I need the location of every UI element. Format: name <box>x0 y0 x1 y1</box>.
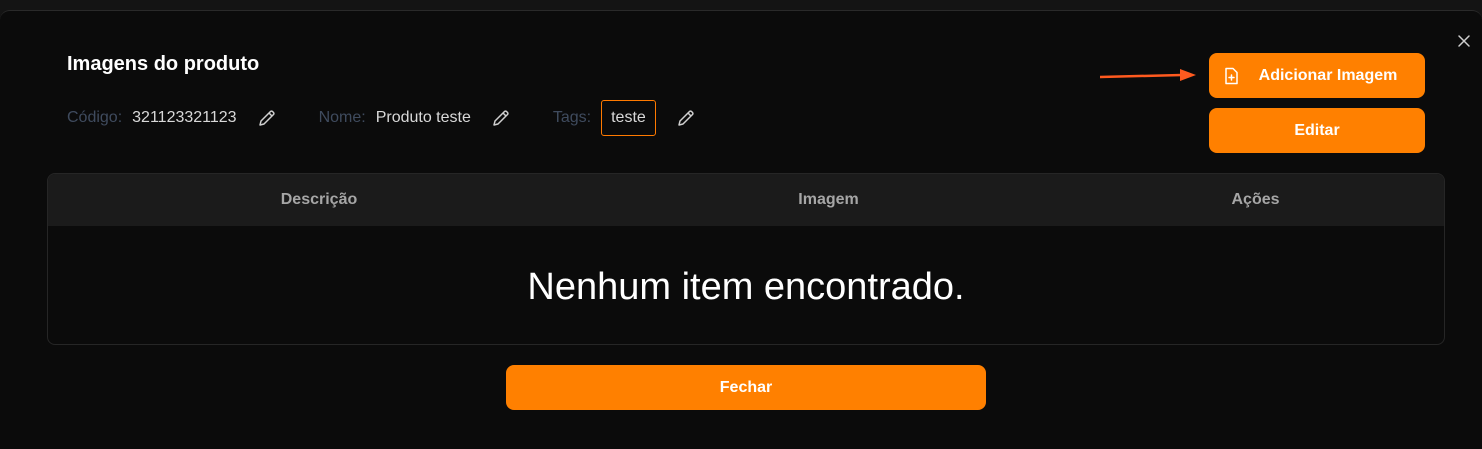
empty-table-message: Nenhum item encontrado. <box>527 266 965 308</box>
column-header-actions: Ações <box>1231 191 1280 208</box>
add-image-button[interactable]: Adicionar Imagem <box>1209 53 1425 98</box>
close-icon[interactable] <box>1456 33 1472 49</box>
code-value: 321123321123 <box>132 109 237 126</box>
edit-name-pencil-icon[interactable] <box>491 108 511 128</box>
name-value: Produto teste <box>375 109 471 126</box>
product-info-row: Código: 321123321123 Nome: Produto teste… <box>67 100 696 136</box>
file-plus-icon <box>1223 67 1239 85</box>
name-label: Nome: <box>318 109 366 126</box>
column-header-description: Descrição <box>280 191 358 208</box>
tag-chip[interactable]: teste <box>601 100 656 136</box>
tags-label: Tags: <box>552 109 592 126</box>
edit-button[interactable]: Editar <box>1209 108 1425 153</box>
arrow-pointer-icon <box>1100 69 1196 81</box>
product-images-modal: Imagens do produto Código: 321123321123 … <box>0 10 1482 449</box>
column-header-image: Imagem <box>798 191 859 208</box>
edit-tags-pencil-icon[interactable] <box>676 108 696 128</box>
modal-title: Imagens do produto <box>67 53 260 75</box>
edit-label: Editar <box>1294 121 1340 139</box>
close-label: Fechar <box>719 378 773 396</box>
add-image-label: Adicionar Imagem <box>1258 66 1398 84</box>
edit-code-pencil-icon[interactable] <box>257 108 277 128</box>
images-table: Descrição Imagem Ações Nenhum item encon… <box>47 173 1445 345</box>
code-label: Código: <box>67 109 123 126</box>
table-header: Descrição Imagem Ações <box>48 174 1444 226</box>
close-button[interactable]: Fechar <box>506 365 986 410</box>
